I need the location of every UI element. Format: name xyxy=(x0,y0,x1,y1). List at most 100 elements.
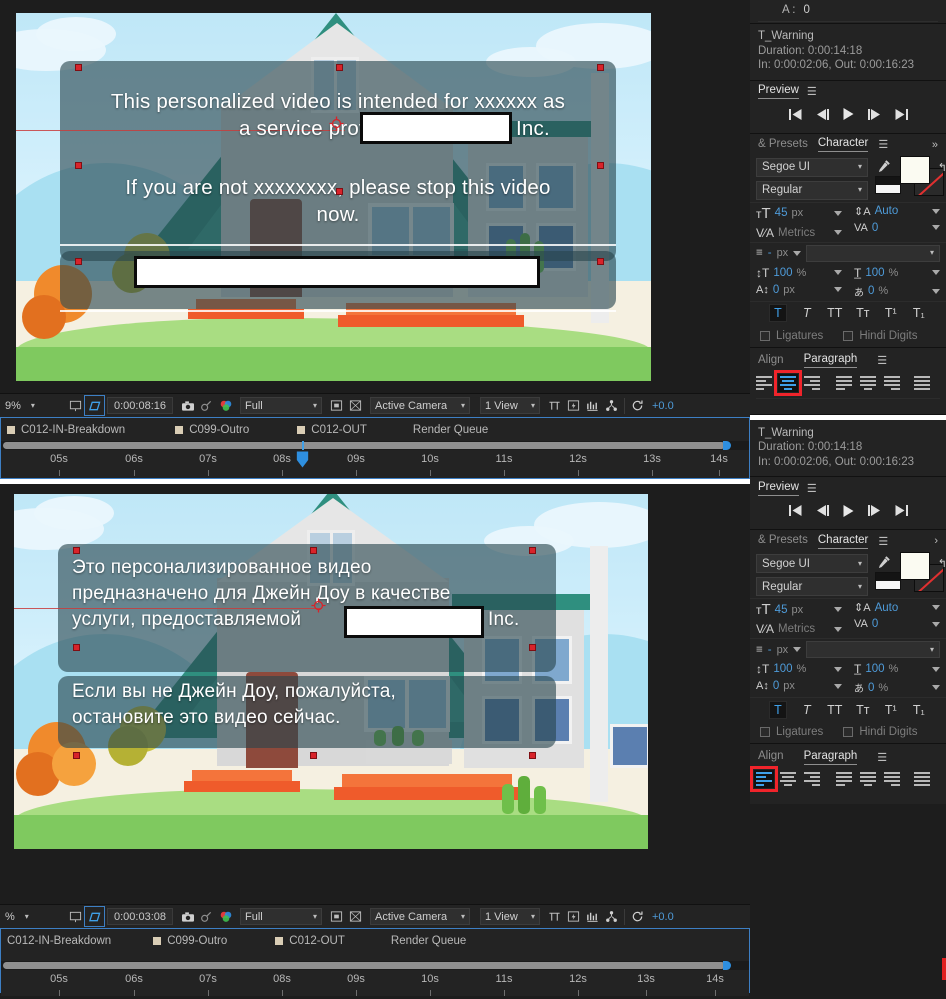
font-style-row[interactable]: Regular ▾ xyxy=(750,575,874,598)
chevron-down-icon[interactable]: ▾ xyxy=(461,401,465,410)
chevron-down-icon[interactable]: ▾ xyxy=(313,401,317,410)
paragraph-align-row-bottom[interactable] xyxy=(750,766,946,794)
faux-bold-button[interactable]: T xyxy=(769,700,787,719)
paragraph-align-row-top[interactable] xyxy=(750,369,946,398)
vertical-scale-row[interactable]: ↕T 100 % xyxy=(750,660,848,678)
justify-last-left-icon[interactable] xyxy=(834,374,854,392)
superscript-button[interactable]: T¹ xyxy=(883,306,899,320)
reset-exposure-icon[interactable] xyxy=(628,396,647,415)
composition-viewer-top[interactable]: This personalized video is intended for … xyxy=(0,0,750,393)
anchor-point-icon[interactable] xyxy=(311,598,326,613)
tab-preview[interactable]: Preview xyxy=(758,84,799,99)
region-of-interest-icon[interactable] xyxy=(66,396,85,415)
justify-last-left-icon[interactable] xyxy=(834,770,854,788)
swap-fill-stroke-icon[interactable]: ↰ xyxy=(938,557,946,570)
tab-align[interactable]: Align xyxy=(758,354,784,368)
tab-character[interactable]: Character xyxy=(817,534,869,549)
tab-preview[interactable]: Preview xyxy=(758,481,799,496)
comp-flowchart-icon[interactable] xyxy=(602,396,621,415)
transparency-grid-icon[interactable] xyxy=(84,395,105,416)
toggle-alpha-icon[interactable] xyxy=(346,907,365,926)
panel-menu-icon[interactable]: ☰ xyxy=(807,85,817,98)
justify-all-icon[interactable] xyxy=(912,770,932,788)
tab-render-queue[interactable]: Render Queue xyxy=(385,424,506,436)
next-frame-icon[interactable] xyxy=(867,108,881,123)
snapshot-icon[interactable] xyxy=(178,907,197,926)
last-frame-icon[interactable] xyxy=(895,108,908,123)
font-size-row[interactable]: тT 45 px xyxy=(750,599,848,620)
previous-frame-icon[interactable] xyxy=(816,505,829,519)
tsume-row[interactable]: あ 0 % xyxy=(848,678,946,697)
chevron-down-icon[interactable]: ▾ xyxy=(930,249,934,257)
chevron-down-icon[interactable] xyxy=(834,683,842,689)
comp-text-line-5[interactable]: now. xyxy=(74,202,602,229)
tab-c012-in-breakdown[interactable]: C012-IN-Breakdown xyxy=(7,935,129,947)
fast-previews-icon[interactable] xyxy=(564,396,583,415)
zoom-level-bottom[interactable]: % xyxy=(5,911,15,923)
current-time-indicator-top[interactable] xyxy=(296,451,309,468)
hindi-digits-checkbox[interactable] xyxy=(843,330,854,341)
justify-last-center-icon[interactable] xyxy=(858,770,878,788)
justify-all-icon[interactable] xyxy=(912,374,932,392)
views-value-bottom[interactable]: 1 View xyxy=(485,911,518,923)
last-frame-icon[interactable] xyxy=(895,505,908,519)
resolution-value-bottom[interactable]: Full xyxy=(245,911,263,923)
grid-guides-icon[interactable] xyxy=(545,396,564,415)
vertical-scale-row[interactable]: ↕T 100 % xyxy=(750,264,848,282)
subscript-button[interactable]: T₁ xyxy=(911,306,927,320)
fill-stroke-swatch-small[interactable] xyxy=(875,572,901,590)
timeline-icon[interactable] xyxy=(583,907,602,926)
panel-menu-icon[interactable]: ☰ xyxy=(807,482,817,495)
align-right-icon[interactable] xyxy=(802,770,822,788)
faux-bold-button[interactable]: T xyxy=(769,304,787,322)
fast-previews-icon[interactable] xyxy=(564,907,583,926)
comp-canvas-bottom[interactable]: Это персонализированное видео предназнач… xyxy=(14,494,648,849)
first-frame-icon[interactable] xyxy=(788,505,802,519)
fill-color-swatch[interactable] xyxy=(900,155,930,184)
chevron-down-icon[interactable] xyxy=(834,626,842,632)
tsume-row[interactable]: あ 0 % xyxy=(848,282,946,301)
faux-italic-button[interactable]: T xyxy=(799,703,815,717)
chevron-down-icon[interactable] xyxy=(932,621,940,627)
reset-exposure-icon[interactable] xyxy=(628,907,647,926)
font-style-row[interactable]: Regular ▾ xyxy=(750,179,874,202)
timeline-panel-bottom[interactable]: C012-IN-Breakdown C099-Outro C012-OUT Re… xyxy=(0,928,750,996)
leading-row[interactable]: ⇕A Auto xyxy=(848,203,946,220)
subscript-button[interactable]: T₁ xyxy=(911,703,927,717)
kerning-row[interactable]: V⁄A Metrics xyxy=(750,224,848,242)
preview-transport-controls-bottom[interactable] xyxy=(750,499,946,525)
tab-c012-out[interactable]: C012-OUT xyxy=(267,424,385,436)
stroke-type-select[interactable]: ▾ xyxy=(806,244,940,262)
stroke-width-value[interactable]: - xyxy=(768,644,772,656)
toggle-mask-icon[interactable] xyxy=(327,396,346,415)
all-caps-button[interactable]: TT xyxy=(827,703,843,717)
panel-overflow-icon[interactable]: » xyxy=(932,139,938,151)
align-right-icon[interactable] xyxy=(802,374,822,392)
character-checkboxes-bottom[interactable]: Ligatures Hindi Digits xyxy=(750,721,946,743)
snapshot-icon[interactable] xyxy=(178,396,197,415)
panel-menu-icon[interactable]: ☰ xyxy=(877,751,887,764)
font-style-select[interactable]: Regular ▾ xyxy=(756,180,868,200)
preview-panel-bottom[interactable]: Preview ☰ xyxy=(750,477,946,530)
comp-text-ru-line-6[interactable]: остановите это видео сейчас. xyxy=(72,706,542,731)
font-style-buttons-bottom[interactable]: T T TT Tт T¹ T₁ xyxy=(750,697,946,721)
vertical-scale-value[interactable]: 100 xyxy=(773,663,792,675)
tab-align[interactable]: Align xyxy=(758,750,784,764)
comp-flowchart-icon[interactable] xyxy=(602,907,621,926)
comp-text-ru-line-3[interactable]: услуги, предоставляемой xyxy=(72,608,372,633)
comp-text-inc-bottom[interactable]: Inc. xyxy=(488,608,519,633)
tracking-row[interactable]: VA 0 xyxy=(848,616,946,632)
chevron-down-icon[interactable] xyxy=(834,230,842,235)
play-icon[interactable] xyxy=(843,108,854,123)
camera-value-top[interactable]: Active Camera xyxy=(375,400,447,412)
stroke-width-row[interactable]: ≡ - px ▾ xyxy=(750,241,946,264)
comp-text-inc-top[interactable]: Inc. xyxy=(516,116,550,143)
show-snapshot-icon[interactable] xyxy=(197,396,216,415)
zoom-level-top[interactable]: 9% xyxy=(5,400,21,412)
next-frame-icon[interactable] xyxy=(867,505,881,519)
vertical-scale-value[interactable]: 100 xyxy=(773,267,792,279)
chevron-down-icon[interactable]: ▾ xyxy=(930,645,934,654)
channels-icon[interactable] xyxy=(216,396,235,415)
timeline-zoom-scrollbar-bottom[interactable] xyxy=(1,961,749,970)
character-panel-top[interactable]: & Presets Character ☰ » Segoe UI ▾ Regul… xyxy=(750,133,946,348)
